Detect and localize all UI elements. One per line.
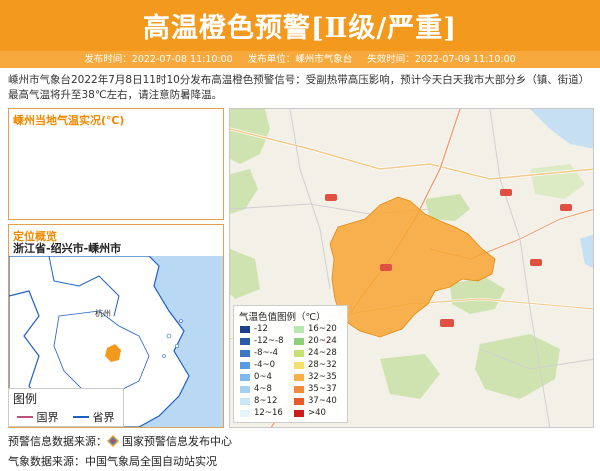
legend-cold-swatch (240, 326, 250, 333)
legend-warm-label: 20~24 (308, 336, 337, 346)
temperature-panel: 嵊州当地气温实况(℃) (8, 108, 224, 220)
legend-warm-swatch (294, 362, 304, 369)
legend-warm-swatch (294, 386, 304, 393)
provincial-border-swatch (73, 416, 89, 418)
temperature-legend-title: 气温色值图例（℃） (239, 312, 326, 323)
legend-cold-label: 8~12 (254, 396, 278, 406)
legend-cold-label: 4~8 (254, 384, 272, 394)
legend-warm-label: 24~28 (308, 348, 337, 358)
temperature-panel-title: 嵊州当地气温实况(℃) (13, 114, 125, 127)
warning-source: 预警信息数据来源： 国家预警信息发布中心 (8, 435, 232, 448)
legend-warm-label: >40 (308, 408, 326, 418)
legend-warm-label: 16~20 (308, 324, 337, 334)
warning-title: 高温橙色预警[Ⅱ级/严重] (142, 13, 458, 44)
legend-warm-swatch (294, 374, 304, 381)
weather-source: 气象数据来源：中国气象局全国自动站实况 (8, 455, 217, 468)
legend-warm-label: 32~35 (308, 372, 337, 382)
warning-meta-bar: 发布时间：2022-07-08 11:10:00 发布单位：嵊州市气象台 失效时… (0, 51, 600, 68)
temperature-color-legend: 气温色值图例（℃） -12 -12~-8 -8~-4 -4~0 0~4 4~8 8~12 12… (233, 305, 348, 423)
legend-cold-label: -8~-4 (254, 348, 279, 358)
national-border-swatch (17, 416, 33, 418)
boundary-legend-title: 图例 (13, 392, 38, 406)
warning-description: 嵊州市气象台2022年7月8日11时10分发布高温橙色预警信号：受副热带高压影响… (8, 74, 590, 101)
legend-cold-label: -12~-8 (254, 336, 284, 346)
legend-cold-label: 0~4 (254, 372, 272, 382)
legend-cold-swatch (240, 398, 250, 405)
warning-header: 高温橙色预警[Ⅱ级/严重] (0, 0, 600, 51)
legend-cold-label: -12 (254, 324, 268, 334)
expire-time: 失效时间：2022-07-09 11:10:00 (367, 54, 516, 65)
legend-cold-label: 12~16 (254, 408, 283, 418)
legend-cold-label: -4~0 (254, 360, 276, 370)
legend-provincial-border: 省界 (73, 409, 115, 425)
publisher: 发布单位：嵊州市气象台 (247, 54, 353, 65)
legend-cold-swatch (240, 410, 250, 417)
boundary-legend: 图例 国界 省界 (8, 388, 124, 427)
legend-warm-label: 35~37 (308, 384, 337, 394)
legend-national-border: 国界 (17, 409, 59, 425)
legend-warm-swatch (294, 350, 304, 357)
legend-warm-label: 37~40 (308, 396, 337, 406)
location-name: 浙江省-绍兴市-嵊州市 (13, 242, 122, 255)
legend-warm-swatch (294, 326, 304, 333)
hangzhou-label: 杭州 (95, 309, 111, 318)
legend-cold-swatch (240, 374, 250, 381)
legend-warm-swatch (294, 338, 304, 345)
legend-cold-swatch (240, 362, 250, 369)
warning-center-logo-icon (107, 435, 119, 447)
publish-time: 发布时间：2022-07-08 11:10:00 (84, 54, 233, 65)
legend-cold-swatch (240, 350, 250, 357)
temperature-map[interactable]: 气温色值图例（℃） -12 -12~-8 -8~-4 -4~0 0~4 4~8 8~12 12… (229, 108, 594, 428)
legend-cold-swatch (240, 338, 250, 345)
legend-warm-swatch (294, 410, 304, 417)
legend-warm-swatch (294, 398, 304, 405)
legend-warm-label: 28~32 (308, 360, 337, 370)
legend-cold-swatch (240, 386, 250, 393)
